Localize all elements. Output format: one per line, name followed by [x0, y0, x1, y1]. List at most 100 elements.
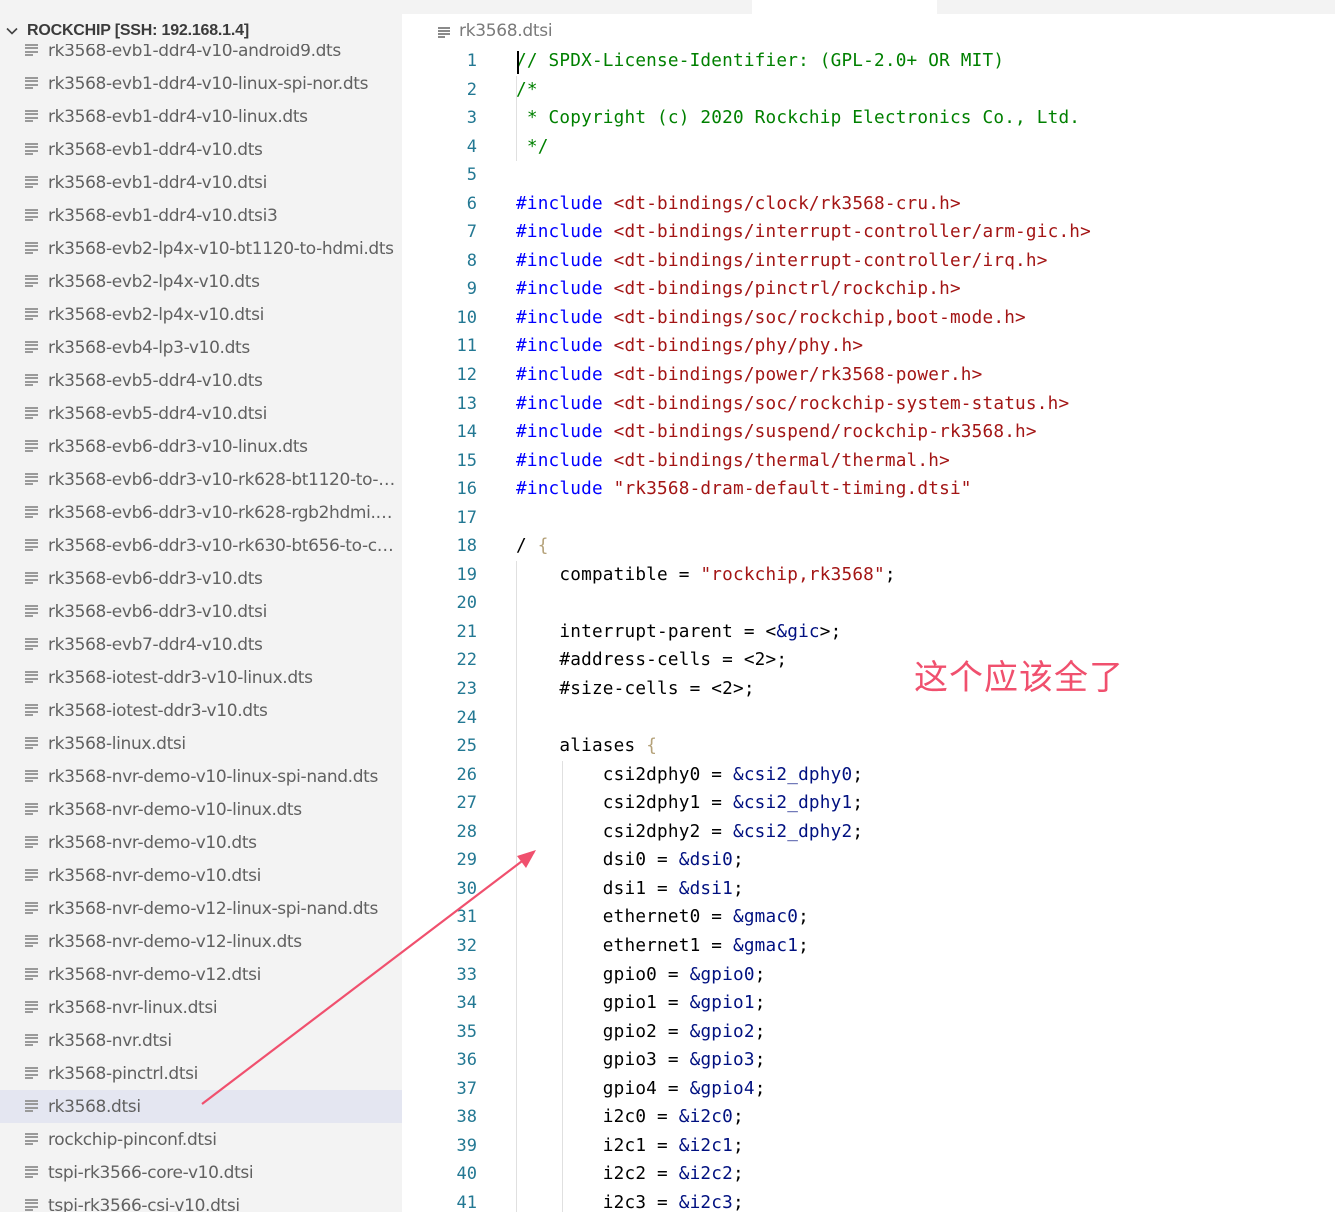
code-line[interactable]: 38 i2c0 = &i2c0; — [402, 1103, 1335, 1132]
file-item[interactable]: rk3568-evb2-lp4x-v10.dtsi — [0, 298, 402, 331]
file-item[interactable]: tspi-rk3566-core-v10.dtsi — [0, 1156, 402, 1189]
file-item[interactable]: rk3568-evb1-ddr4-v10-linux-spi-nor.dts — [0, 67, 402, 100]
breadcrumb-file[interactable]: rk3568.dtsi — [459, 21, 553, 41]
code-line[interactable]: 27 csi2dphy1 = &csi2_dphy1; — [402, 789, 1335, 818]
file-item[interactable]: rk3568-evb1-ddr4-v10-linux.dts — [0, 100, 402, 133]
code-line[interactable]: 35 gpio2 = &gpio2; — [402, 1018, 1335, 1047]
file-item[interactable]: rk3568-iotest-ddr3-v10.dts — [0, 694, 402, 727]
file-item[interactable]: rk3568-nvr-linux.dtsi — [0, 991, 402, 1024]
file-item[interactable]: rk3568-evb5-ddr4-v10.dts — [0, 364, 402, 397]
file-item[interactable]: rk3568-evb6-ddr3-v10-rk628-bt1120-to-hdm… — [0, 463, 402, 496]
file-name: rk3568-evb1-ddr4-v10.dtsi — [48, 173, 267, 193]
file-name: rk3568-evb6-ddr3-v10-rk630-bt656-to-cvbs… — [48, 536, 400, 556]
code-line[interactable]: 28 csi2dphy2 = &csi2_dphy2; — [402, 818, 1335, 847]
file-item[interactable]: rk3568-evb6-ddr3-v10.dtsi — [0, 595, 402, 628]
file-item[interactable]: rk3568-nvr.dtsi — [0, 1024, 402, 1057]
file-item[interactable]: rk3568-pinctrl.dtsi — [0, 1057, 402, 1090]
code-line[interactable]: 26 csi2dphy0 = &csi2_dphy0; — [402, 761, 1335, 790]
file-item[interactable]: tspi-rk3566-csi-v10.dtsi — [0, 1189, 402, 1212]
code-line[interactable]: 41 i2c3 = &i2c3; — [402, 1189, 1335, 1212]
file-item[interactable]: rockchip-pinconf.dtsi — [0, 1123, 402, 1156]
code-line[interactable]: 29 dsi0 = &dsi0; — [402, 846, 1335, 875]
code-line[interactable]: 7 #include <dt-bindings/interrupt-control… — [402, 218, 1335, 247]
code-line[interactable]: 10 #include <dt-bindings/soc/rockchip,boo… — [402, 304, 1335, 333]
code-line[interactable]: 32 ethernet1 = &gmac1; — [402, 932, 1335, 961]
code-text: gpio0 = &gpio0; — [516, 964, 766, 985]
code-area[interactable]: 1 // SPDX-License-Identifier: (GPL-2.0+ O… — [402, 47, 1335, 1212]
code-line[interactable]: 1 // SPDX-License-Identifier: (GPL-2.0+ O… — [402, 47, 1335, 76]
file-name: rk3568-evb5-ddr4-v10.dtsi — [48, 404, 267, 424]
explorer-header[interactable]: ROCKCHIP [SSH: 192.168.1.4] — [0, 18, 402, 44]
code-line[interactable]: 8 #include <dt-bindings/interrupt-control… — [402, 247, 1335, 276]
code-line[interactable]: 31 ethernet0 = &gmac0; — [402, 903, 1335, 932]
file-name: rk3568-evb6-ddr3-v10-rk628-bt1120-to-hdm… — [48, 470, 400, 490]
code-line[interactable]: 17 — [402, 504, 1335, 533]
file-item[interactable]: rk3568-linux.dtsi — [0, 727, 402, 760]
code-line[interactable]: 25 aliases { — [402, 732, 1335, 761]
code-line[interactable]: 9 #include <dt-bindings/pinctrl/rockchip.… — [402, 275, 1335, 304]
file-item[interactable]: rk3568-iotest-ddr3-v10-linux.dts — [0, 661, 402, 694]
file-lines-icon — [25, 1001, 38, 1014]
line-number: 21 — [456, 621, 477, 642]
code-line[interactable]: 3 * Copyright (c) 2020 Rockchip Electron… — [402, 104, 1335, 133]
code-line[interactable]: 2 /* — [402, 76, 1335, 105]
code-line[interactable]: 5 — [402, 161, 1335, 190]
code-text: aliases { — [516, 736, 658, 757]
code-line[interactable]: 18 / { — [402, 532, 1335, 561]
file-lines-icon — [25, 374, 38, 387]
code-line[interactable]: 23 #size-cells = <2>; — [402, 675, 1335, 704]
code-line[interactable]: 24 — [402, 704, 1335, 733]
code-line[interactable]: 13 #include <dt-bindings/soc/rockchip-sys… — [402, 390, 1335, 419]
file-item[interactable]: rk3568.dtsi — [0, 1090, 402, 1123]
code-line[interactable]: 21 interrupt-parent = <&gic>; — [402, 618, 1335, 647]
file-item[interactable]: rk3568-nvr-demo-v12-linux.dts — [0, 925, 402, 958]
code-line[interactable]: 16 #include "rk3568-dram-default-timing.d… — [402, 475, 1335, 504]
file-item[interactable]: rk3568-evb6-ddr3-v10-linux.dts — [0, 430, 402, 463]
code-line[interactable]: 19 compatible = "rockchip,rk3568"; — [402, 561, 1335, 590]
code-line[interactable]: 15 #include <dt-bindings/thermal/thermal.… — [402, 447, 1335, 476]
file-name: rk3568-evb6-ddr3-v10.dts — [48, 569, 263, 589]
code-line[interactable]: 22 #address-cells = <2>; — [402, 646, 1335, 675]
file-item[interactable]: rk3568-evb1-ddr4-v10.dtsi3 — [0, 199, 402, 232]
code-line[interactable]: 34 gpio1 = &gpio1; — [402, 989, 1335, 1018]
file-item[interactable]: rk3568-evb2-lp4x-v10-bt1120-to-hdmi.dts — [0, 232, 402, 265]
code-line[interactable]: 14 #include <dt-bindings/suspend/rockchip… — [402, 418, 1335, 447]
code-line[interactable]: 39 i2c1 = &i2c1; — [402, 1132, 1335, 1161]
file-item[interactable]: rk3568-evb4-lp3-v10.dts — [0, 331, 402, 364]
code-line[interactable]: 12 #include <dt-bindings/power/rk3568-pow… — [402, 361, 1335, 390]
file-item[interactable]: rk3568-evb1-ddr4-v10.dtsi — [0, 166, 402, 199]
file-item[interactable]: rk3568-evb2-lp4x-v10.dts — [0, 265, 402, 298]
file-item[interactable]: rk3568-nvr-demo-v10.dtsi — [0, 859, 402, 892]
code-text: #include <dt-bindings/interrupt-controll… — [516, 222, 1091, 243]
file-item[interactable]: rk3568-evb6-ddr3-v10.dts — [0, 562, 402, 595]
code-line[interactable]: 11 #include <dt-bindings/phy/phy.h> — [402, 332, 1335, 361]
code-line[interactable]: 4 */ — [402, 133, 1335, 162]
code-line[interactable]: 36 gpio3 = &gpio3; — [402, 1046, 1335, 1075]
file-item[interactable]: rk3568-evb1-ddr4-v10.dts — [0, 133, 402, 166]
file-item[interactable]: rk3568-nvr-demo-v10-linux.dts — [0, 793, 402, 826]
code-line[interactable]: 6 #include <dt-bindings/clock/rk3568-cru.… — [402, 190, 1335, 219]
file-item[interactable]: rk3568-nvr-demo-v10.dts — [0, 826, 402, 859]
file-item[interactable]: rk3568-nvr-demo-v10-linux-spi-nand.dts — [0, 760, 402, 793]
code-text: dsi0 = &dsi0; — [516, 850, 744, 871]
code-line[interactable]: 20 — [402, 589, 1335, 618]
line-number: 40 — [456, 1164, 477, 1185]
file-lines-icon — [25, 770, 38, 783]
line-number: 35 — [456, 1021, 477, 1042]
code-line[interactable]: 30 dsi1 = &dsi1; — [402, 875, 1335, 904]
file-item[interactable]: rk3568-evb7-ddr4-v10.dts — [0, 628, 402, 661]
file-lines-icon — [25, 341, 38, 354]
code-line[interactable]: 40 i2c2 = &i2c2; — [402, 1160, 1335, 1189]
file-item[interactable]: rk3568-nvr-demo-v12.dtsi — [0, 958, 402, 991]
file-item[interactable]: rk3568-evb6-ddr3-v10-rk630-bt656-to-cvbs… — [0, 529, 402, 562]
chevron-down-icon[interactable] — [5, 24, 19, 38]
code-line[interactable]: 37 gpio4 = &gpio4; — [402, 1075, 1335, 1104]
file-item[interactable]: rk3568-nvr-demo-v12-linux-spi-nand.dts — [0, 892, 402, 925]
code-text: #size-cells = <2>; — [516, 679, 755, 700]
file-item[interactable]: rk3568-evb6-ddr3-v10-rk628-rgb2hdmi.dts — [0, 496, 402, 529]
code-line[interactable]: 33 gpio0 = &gpio0; — [402, 961, 1335, 990]
file-item[interactable]: rk3568-evb5-ddr4-v10.dtsi — [0, 397, 402, 430]
active-tab[interactable] — [752, 0, 937, 14]
file-lines-icon — [25, 935, 38, 948]
file-name: rk3568-evb6-ddr3-v10.dtsi — [48, 602, 267, 622]
